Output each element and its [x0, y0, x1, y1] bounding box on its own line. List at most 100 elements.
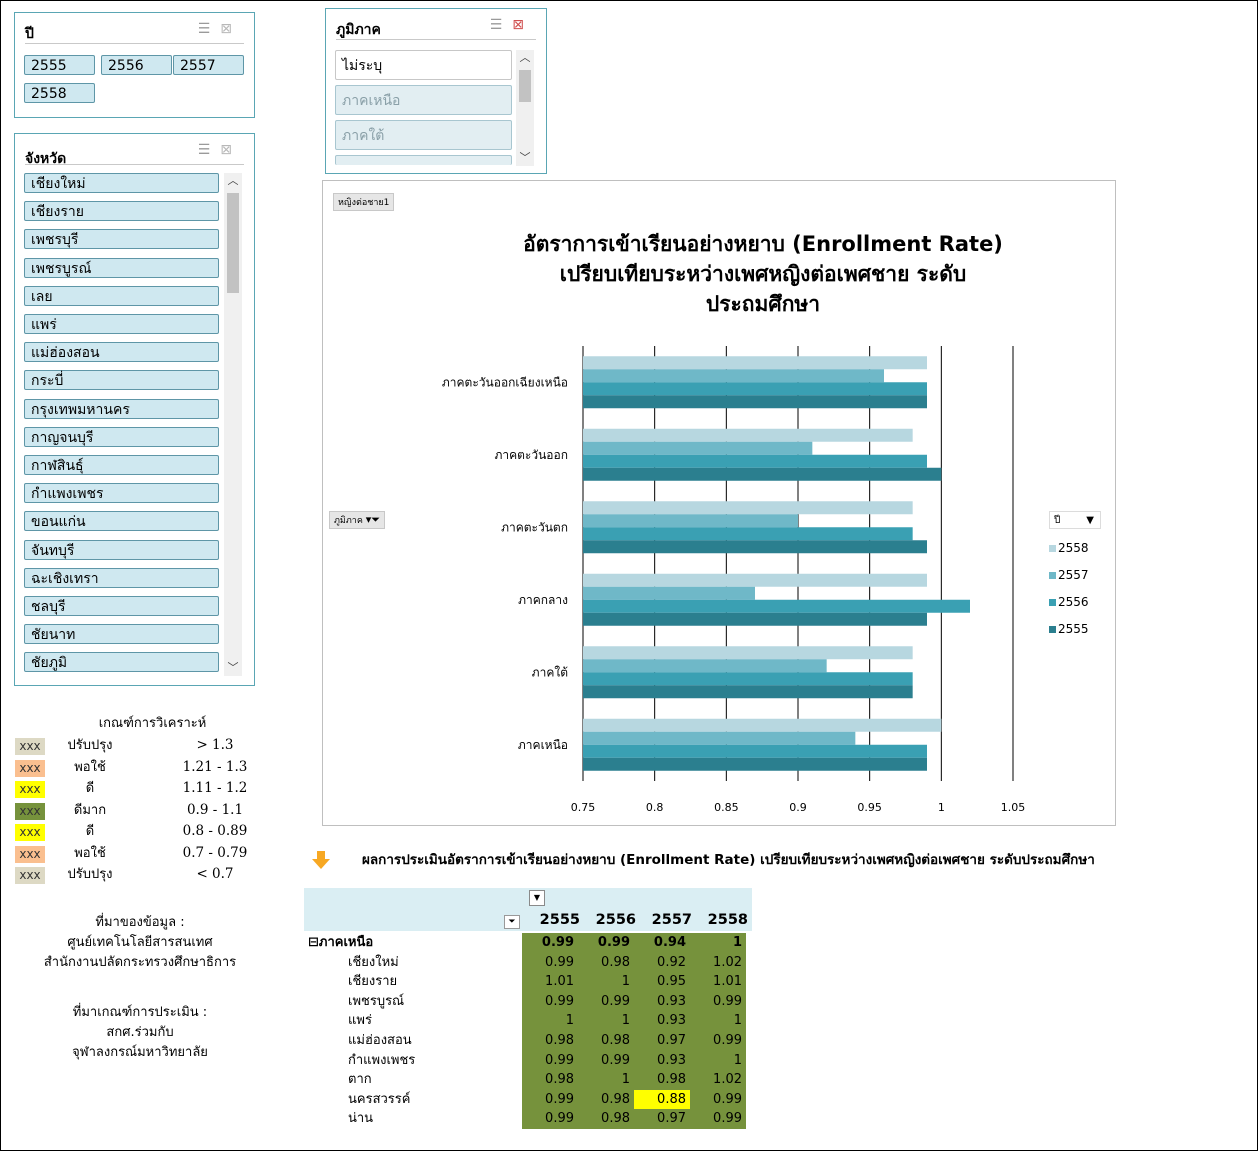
bar — [583, 757, 927, 771]
province-item[interactable]: ชลบุรี — [24, 596, 219, 616]
legend-entry: 2557 — [1049, 562, 1101, 589]
province-item[interactable]: เลย — [24, 285, 219, 306]
slicer-item-north[interactable]: ภาคเหนือ — [335, 85, 512, 115]
pivot-cell: 0.98 — [634, 1070, 690, 1090]
province-item[interactable]: เพชรบูรณ์ — [24, 257, 219, 278]
slicer-header: จังหวัด ☰⊠ — [25, 140, 244, 167]
bar — [583, 527, 913, 541]
pivot-cell: 0.92 — [634, 952, 690, 973]
scroll-up-icon[interactable]: ︿ — [516, 50, 534, 66]
province-item[interactable]: ขอนแก่น — [24, 511, 219, 532]
multi-select-icon[interactable]: ☰ — [198, 21, 221, 37]
x-tick-label: 0.95 — [857, 801, 882, 814]
scroll-thumb[interactable] — [227, 193, 239, 293]
clear-filter-icon[interactable]: ⊠ — [220, 142, 242, 158]
criteria-swatch: xxx — [15, 802, 45, 820]
bar — [583, 540, 927, 554]
criteria-row: xxx ดี 0.8 - 0.89 — [15, 821, 260, 843]
scroll-thumb[interactable] — [519, 70, 531, 102]
category-label: ภาคกลาง — [518, 593, 568, 607]
province-item[interactable]: เชียงใหม่ — [24, 173, 219, 193]
pivot-cell: 0.99 — [522, 1109, 578, 1129]
source-line: จุฬาลงกรณ์มหาวิทยาลัย — [72, 1045, 208, 1060]
slicer-toolbar: ☰⊠ — [198, 142, 242, 158]
pivot-chart[interactable]: หญิงต่อชาย1 อัตราการเข้าเรียนอย่างหยาบ (… — [322, 180, 1116, 826]
table-row: เชียงราย 1.01 1 0.95 1.01 — [304, 972, 752, 992]
pivot-cell: 1.01 — [522, 972, 578, 992]
slicer-item-2557[interactable]: 2557 — [173, 55, 244, 75]
collapse-icon[interactable]: ⊟ — [308, 935, 319, 950]
slicer-item-2555[interactable]: 2555 — [24, 55, 95, 75]
slicer-item-2558[interactable]: 2558 — [24, 83, 95, 103]
province-item[interactable]: แพร่ — [24, 314, 219, 334]
legend-label: 2556 — [1058, 595, 1089, 609]
criteria-range: < 0.7 — [196, 866, 234, 882]
scroll-down-icon[interactable]: ﹀ — [224, 660, 242, 676]
dropdown-arrow-icon[interactable]: ▼ — [529, 890, 545, 906]
pivot-year-header: 2555 — [539, 912, 580, 928]
province-item[interactable]: เชียงราย — [24, 201, 219, 222]
scroll-down-icon[interactable]: ﹀ — [516, 150, 534, 166]
table-row: แพร่ 1 1 0.93 1 — [304, 1011, 752, 1031]
slicer-item-unspecified[interactable]: ไม่ระบุ — [335, 50, 512, 80]
bar — [583, 395, 927, 409]
pivot-cell: 1 — [578, 1011, 634, 1031]
pivot-cell: 0.98 — [578, 952, 634, 973]
table-row: น่าน 0.99 0.98 0.97 0.99 — [304, 1109, 752, 1129]
criteria-range: 1.11 - 1.2 — [182, 780, 248, 796]
pivot-cell: 1 — [578, 1070, 634, 1090]
clear-filter-icon[interactable]: ⊠ — [220, 21, 242, 37]
table-row: กำแพงเพชร 0.99 0.99 0.93 1 — [304, 1050, 752, 1071]
pivot-cell: 0.93 — [634, 991, 690, 1012]
clear-filter-icon[interactable]: ⊠ — [512, 17, 534, 33]
pivot-cell: 0.98 — [522, 1070, 578, 1090]
criteria-swatch: xxx — [15, 824, 45, 841]
pivot-cell: 1 — [578, 972, 634, 992]
bar — [583, 744, 927, 758]
province-item[interactable]: จันทบุรี — [24, 539, 219, 560]
multi-select-icon[interactable]: ☰ — [198, 142, 221, 158]
scroll-up-icon[interactable]: ︿ — [224, 173, 242, 189]
bar — [583, 454, 927, 468]
column-filter-icon[interactable]: ⏷ — [504, 915, 520, 929]
bar — [583, 514, 798, 528]
bar — [583, 369, 884, 383]
province-item[interactable]: แม่ฮ่องสอน — [24, 342, 219, 363]
pivot-row-label-text: นครสวรรค์ — [348, 1091, 411, 1107]
province-item[interactable]: ฉะเชิงเทรา — [24, 567, 219, 588]
criteria-row: xxx ปรับปรุง > 1.3 — [15, 735, 260, 757]
region-scrollbar[interactable]: ︿ ﹀ — [516, 50, 534, 166]
province-item[interactable]: เพชรบุรี — [24, 229, 219, 250]
slicer-item-2556[interactable]: 2556 — [101, 55, 172, 75]
legend-swatch — [1049, 572, 1056, 579]
pivot-cell: 0.93 — [634, 1011, 690, 1031]
pivot-cell: 0.99 — [522, 952, 578, 973]
criteria-swatch: xxx — [15, 845, 45, 863]
slicer-header: ภูมิภาค ☰⊠ — [336, 15, 536, 40]
pivot-cell: 0.99 — [690, 1109, 746, 1129]
legend-field-button[interactable]: ปี ▼ — [1049, 511, 1101, 529]
slicer-item-partial[interactable] — [335, 155, 512, 165]
criteria-swatch: xxx — [15, 738, 45, 755]
down-arrow-icon — [312, 851, 330, 869]
province-item[interactable]: กำแพงเพชร — [24, 483, 219, 504]
province-scrollbar[interactable]: ︿ ﹀ — [224, 173, 242, 676]
pivot-cell: 0.97 — [634, 1031, 690, 1051]
pivot-row-label-text: เพชรบูรณ์ — [348, 993, 405, 1009]
province-item[interactable]: กระบี่ — [24, 370, 219, 391]
bar — [583, 428, 913, 442]
multi-select-icon[interactable]: ☰ — [490, 17, 513, 33]
pivot-row-label[interactable]: ⊟ภาคเหนือ — [304, 933, 526, 953]
region-slicer: ภูมิภาค ☰⊠ ไม่ระบุ ภาคเหนือ ภาคใต้ ︿ ﹀ — [325, 8, 547, 174]
table-row: ตาก 0.98 1 0.98 1.02 — [304, 1070, 752, 1090]
criteria-label: พอใช้ — [74, 759, 106, 775]
x-tick-label: 0.75 — [571, 801, 596, 814]
province-item[interactable]: กาฬสินธุ์ — [24, 455, 219, 475]
slicer-item-south[interactable]: ภาคใต้ — [335, 120, 512, 150]
chart-plot: 0.75 0.8 0.85 0.9 0.95 1 1.05 ภาคตะวันออกเฉียงเ… — [442, 346, 1025, 814]
province-item[interactable]: ชัยนาท — [24, 624, 219, 645]
province-item[interactable]: กาญจนบุรี — [24, 426, 219, 447]
province-item[interactable]: ชัยภูมิ — [24, 652, 219, 673]
province-item[interactable]: กรุงเทพมหานคร — [24, 398, 219, 419]
legend-items: 2558 2557 2556 2555 — [1049, 535, 1101, 643]
